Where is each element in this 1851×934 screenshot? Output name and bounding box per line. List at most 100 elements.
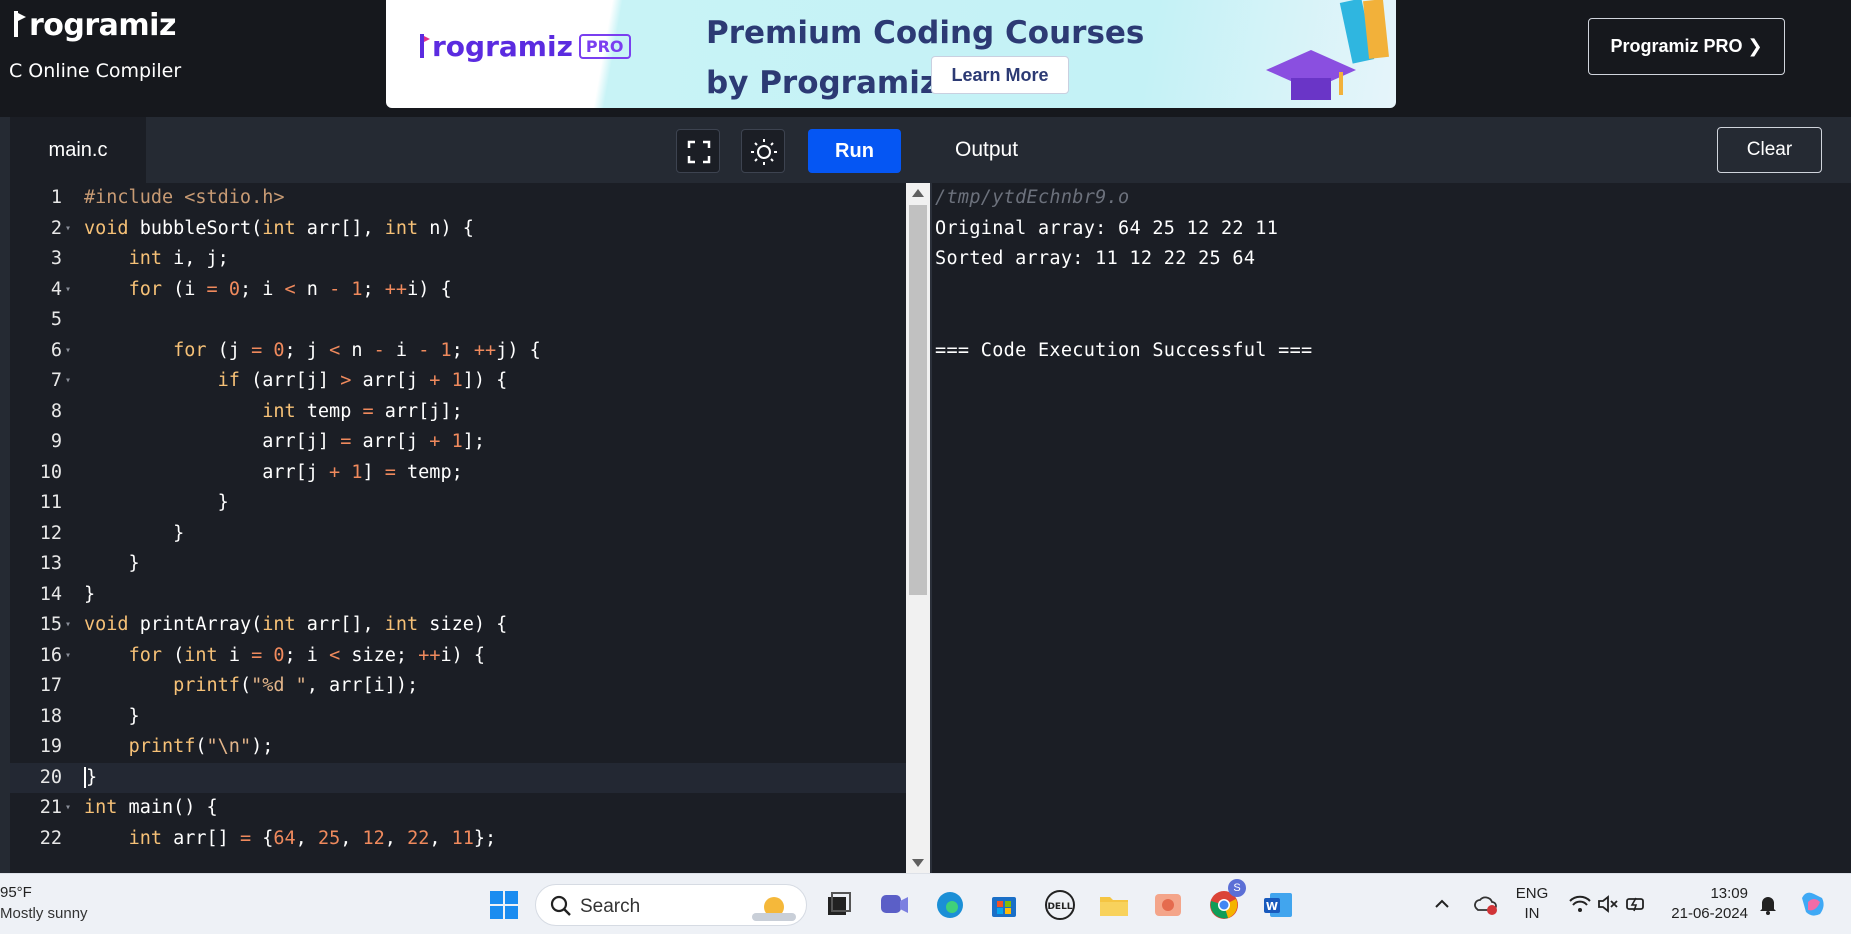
code-text: int temp = arr[j]; [262, 400, 463, 422]
fold-arrow-icon[interactable]: ▾ [65, 336, 71, 367]
line-number: 22 [39, 827, 62, 849]
code-line[interactable]: 6 ▾ for (j = 0; j < n - i - 1; ++j) { [10, 336, 906, 367]
left-edge-strip [0, 117, 10, 873]
line-number: 12 [39, 522, 62, 544]
chrome-icon[interactable]: S [1208, 879, 1246, 921]
clear-button[interactable]: Clear [1717, 127, 1822, 173]
line-number: 8 [50, 400, 62, 422]
scroll-up-icon[interactable] [912, 189, 924, 197]
code-line[interactable]: 11 } [10, 488, 906, 519]
weather-description[interactable]: Mostly sunny [0, 905, 88, 922]
battery-charging-icon[interactable] [1624, 892, 1656, 924]
output-console: /tmp/ytdEchnbr9.o Original array: 64 25 1… [932, 183, 1851, 873]
teams-chat-icon[interactable] [878, 889, 910, 921]
photo-app-icon[interactable] [1152, 889, 1184, 921]
language-code: ENG [1515, 885, 1549, 902]
fold-arrow-icon[interactable]: ▾ [65, 366, 71, 397]
code-line[interactable]: 4 ▾ for (i = 0; i < n - 1; ++i) { [10, 275, 906, 306]
code-line[interactable]: 9 arr[j] = arr[j + 1]; [10, 427, 906, 458]
code-text: } [84, 492, 229, 513]
fullscreen-icon [687, 140, 711, 164]
weather-temperature[interactable]: 95°F [0, 884, 32, 901]
line-number: 4 [50, 278, 62, 300]
microsoft-store-icon[interactable] [988, 889, 1020, 921]
code-line[interactable]: 1 #include <stdio.h> [10, 183, 906, 214]
onedrive-error-icon[interactable] [1472, 892, 1504, 924]
code-line[interactable]: 3 int i, j; [10, 244, 906, 275]
task-view-icon[interactable] [822, 889, 854, 921]
chevron-up-icon[interactable] [1432, 894, 1464, 926]
output-line: Sorted array: 11 12 22 25 64 [935, 248, 1256, 269]
language-indicator[interactable]: ENG IN [1512, 884, 1552, 924]
system-clock[interactable]: 13:09 21-06-2024 [1668, 884, 1748, 924]
code-text: for (int i = 0; i < size; ++i) { [128, 644, 486, 666]
region-code: IN [1524, 905, 1540, 922]
code-line[interactable]: 22 int arr[] = {64, 25, 12, 22, 11}; [10, 824, 906, 855]
search-icon [550, 895, 572, 922]
banner-title: Premium Coding Courses by Programiz [706, 8, 1144, 108]
banner-logo: rogramiz PRO [418, 30, 631, 63]
code-text: int i, j; [128, 248, 229, 269]
chrome-profile-badge: S [1228, 879, 1246, 897]
theme-toggle-button[interactable] [741, 129, 785, 173]
taskbar-search[interactable]: Search [535, 884, 807, 926]
code-editor[interactable]: 1 #include <stdio.h> 2 ▾ void bubbleSort(int… [10, 183, 906, 873]
code-text: } [84, 522, 185, 544]
line-number: 20 [39, 766, 62, 788]
sun-icon [751, 139, 777, 165]
code-line[interactable]: 20} [10, 762, 906, 793]
programiz-pro-button[interactable]: Programiz PRO ❯ [1588, 18, 1785, 75]
line-number: 17 [39, 675, 62, 696]
scroll-down-icon[interactable] [912, 859, 924, 867]
output-file-path: /tmp/ytdEchnbr9.o [935, 187, 1130, 208]
tab-main-c[interactable]: main.c [10, 117, 146, 183]
code-text: #include <stdio.h> [84, 187, 285, 208]
dell-icon[interactable]: DELL [1044, 889, 1076, 921]
code-text: int main() { [84, 797, 218, 818]
fold-arrow-icon[interactable]: ▾ [65, 793, 71, 824]
edge-browser-icon[interactable] [934, 889, 966, 921]
output-toolbar: Output Clear [930, 117, 1851, 183]
code-line[interactable]: 14} [10, 580, 906, 611]
code-line[interactable]: 15 ▾ void printArray(int arr[], int size) … [10, 610, 906, 641]
code-line[interactable]: 16 ▾ for (int i = 0; i < size; ++i) { [10, 641, 906, 672]
code-line[interactable]: 19 printf("\n"); [10, 732, 906, 763]
line-number: 18 [39, 705, 62, 727]
code-line[interactable]: 21 ▾ int main() { [10, 793, 906, 824]
code-line[interactable]: 10 arr[j + 1] = temp; [10, 458, 906, 489]
code-line[interactable]: 2 ▾ void bubbleSort(int arr[], int n) { [10, 214, 906, 245]
scrollbar-thumb[interactable] [909, 205, 927, 595]
line-number: 10 [39, 461, 62, 483]
fold-arrow-icon[interactable]: ▾ [65, 214, 71, 245]
fullscreen-button[interactable] [676, 129, 720, 173]
svg-text:DELL: DELL [1047, 902, 1072, 912]
line-number: 16 [39, 644, 62, 666]
fold-arrow-icon[interactable]: ▾ [65, 610, 71, 641]
word-icon[interactable]: W [1262, 889, 1294, 921]
fold-arrow-icon[interactable]: ▾ [65, 641, 71, 672]
copilot-icon[interactable] [1796, 888, 1828, 920]
line-number: 5 [50, 309, 62, 330]
line-number: 7 [50, 370, 62, 391]
code-line[interactable]: 17 printf("%d ", arr[i]); [10, 671, 906, 702]
code-line[interactable]: 8 int temp = arr[j]; [10, 397, 906, 428]
learn-more-button[interactable]: Learn More [931, 56, 1069, 94]
code-line[interactable]: 18 } [10, 702, 906, 733]
notification-bell-icon[interactable] [1756, 892, 1788, 924]
editor-toolbar: main.c Run [0, 117, 930, 183]
editor-scrollbar[interactable] [906, 183, 930, 873]
line-number: 14 [39, 583, 62, 605]
programiz-logo[interactable]: rogramiz [12, 8, 176, 43]
code-line[interactable]: 7 ▾ if (arr[j] > arr[j + 1]) { [10, 366, 906, 397]
run-button[interactable]: Run [808, 129, 901, 173]
banner-p-icon [418, 32, 432, 60]
code-line[interactable]: 13 } [10, 549, 906, 580]
windows-taskbar: 95°F Mostly sunny Search DELL S W ENG IN… [0, 873, 1851, 934]
fold-arrow-icon[interactable]: ▾ [65, 275, 71, 306]
file-explorer-icon[interactable] [1098, 889, 1130, 921]
line-number: 19 [39, 736, 62, 757]
windows-start-icon[interactable] [488, 889, 520, 921]
code-line[interactable]: 5 [10, 305, 906, 336]
code-line[interactable]: 12 } [10, 519, 906, 550]
ad-banner[interactable]: rogramiz PRO Premium Coding Courses by Pr… [386, 0, 1396, 108]
